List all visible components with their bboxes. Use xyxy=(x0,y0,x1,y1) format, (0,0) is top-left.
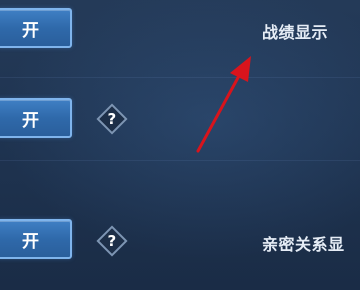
question-diamond-icon[interactable]: ? xyxy=(96,225,128,257)
setting-label-intimacy: 亲密关系显 xyxy=(262,235,345,254)
toggle-label: 开 xyxy=(22,20,40,41)
setting-label-clip: 亲密关系显 xyxy=(260,231,360,255)
question-diamond-icon[interactable]: ? xyxy=(96,103,128,135)
help-glyph: ? xyxy=(107,109,117,128)
row-divider xyxy=(0,77,360,78)
toggle-button-intimacy[interactable]: 开 xyxy=(0,219,72,259)
row-divider xyxy=(0,160,360,161)
setting-label-battle-record: 战绩显示 xyxy=(262,23,329,42)
toggle-label: 开 xyxy=(22,231,40,252)
help-glyph: ? xyxy=(107,231,117,250)
toggle-button-battle-record[interactable]: 开 xyxy=(0,8,72,48)
toggle-label: 开 xyxy=(22,110,40,131)
toggle-button-setting-2[interactable]: 开 xyxy=(0,98,72,138)
